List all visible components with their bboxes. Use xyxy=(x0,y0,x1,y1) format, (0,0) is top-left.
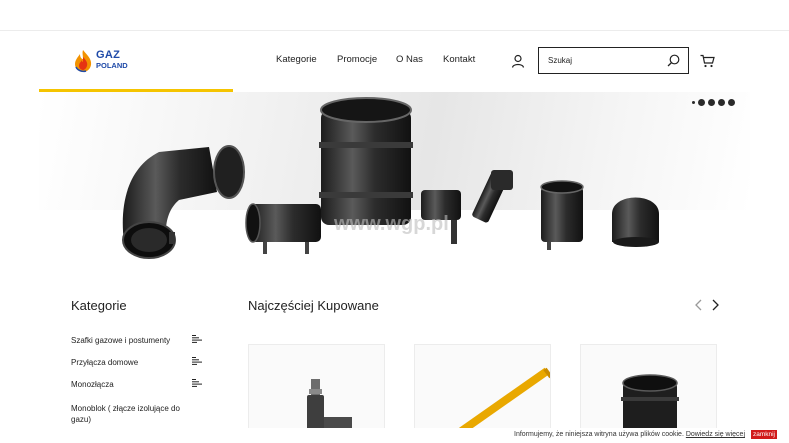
hero-banner[interactable]: www.wgp.pl xyxy=(39,92,750,260)
cookie-text: Informujemy, że niniejsza witryna używa … xyxy=(514,431,684,438)
chevron-right-icon[interactable] xyxy=(710,299,720,311)
slider-dot[interactable] xyxy=(698,99,705,106)
list-icon[interactable] xyxy=(192,357,202,365)
hero-watermark: www.wgp.pl xyxy=(333,213,449,235)
category-label: Monozłącza xyxy=(71,380,114,389)
hero-products-image: www.wgp.pl xyxy=(122,97,659,259)
flame-logo-icon xyxy=(75,50,92,73)
brand-subname: POLAND xyxy=(96,61,128,70)
sidebar-title: Kategorie xyxy=(71,298,127,313)
category-label: Przyłącza domowe xyxy=(71,358,139,367)
logo[interactable]: GAZ POLAND xyxy=(71,49,141,73)
category-item[interactable]: Monozłącza xyxy=(71,376,211,398)
bestsellers-title: Najczęściej Kupowane xyxy=(248,298,379,313)
brand-name: GAZ xyxy=(96,49,121,61)
top-bar xyxy=(0,0,789,31)
slider-dot[interactable] xyxy=(728,99,735,106)
nav-item-kategorie[interactable]: Kategorie xyxy=(276,54,317,65)
category-item[interactable]: Monoblok ( złącze izolujące do gazu) xyxy=(71,398,211,428)
slider-dots xyxy=(692,99,735,106)
nav-item-promocje[interactable]: Promocje xyxy=(337,54,377,65)
nav-item-kontakt[interactable]: Kontakt xyxy=(443,54,475,65)
list-icon[interactable] xyxy=(192,379,202,387)
list-icon[interactable] xyxy=(192,335,202,343)
slider-dot[interactable] xyxy=(708,99,715,106)
category-item[interactable]: Szafki gazowe i postumenty xyxy=(71,332,211,354)
nav-item-o-nas[interactable]: O Nas xyxy=(396,54,423,65)
search-box xyxy=(538,47,689,74)
cart-icon[interactable] xyxy=(700,54,715,68)
chevron-left-icon[interactable] xyxy=(694,299,704,311)
search-input[interactable] xyxy=(548,54,658,67)
category-item[interactable]: Przyłącza domowe xyxy=(71,354,211,376)
slider-dot[interactable] xyxy=(718,99,725,106)
slider-dot[interactable] xyxy=(692,101,695,104)
cookie-message: Informujemy, że niniejsza witryna używa … xyxy=(514,431,745,438)
cookie-bar: Informujemy, że niniejsza witryna używa … xyxy=(0,428,789,443)
category-label: Monoblok ( złącze izolujące do gazu) xyxy=(71,404,180,424)
category-label: Szafki gazowe i postumenty xyxy=(71,336,171,345)
cookie-close-button[interactable]: zamknij xyxy=(750,430,777,439)
cookie-learn-more-link[interactable]: Dowiedz się więcej xyxy=(686,431,745,438)
category-list: Szafki gazowe i postumenty Przyłącza dom… xyxy=(71,332,211,428)
search-icon[interactable] xyxy=(667,54,680,67)
user-icon[interactable] xyxy=(511,54,525,68)
